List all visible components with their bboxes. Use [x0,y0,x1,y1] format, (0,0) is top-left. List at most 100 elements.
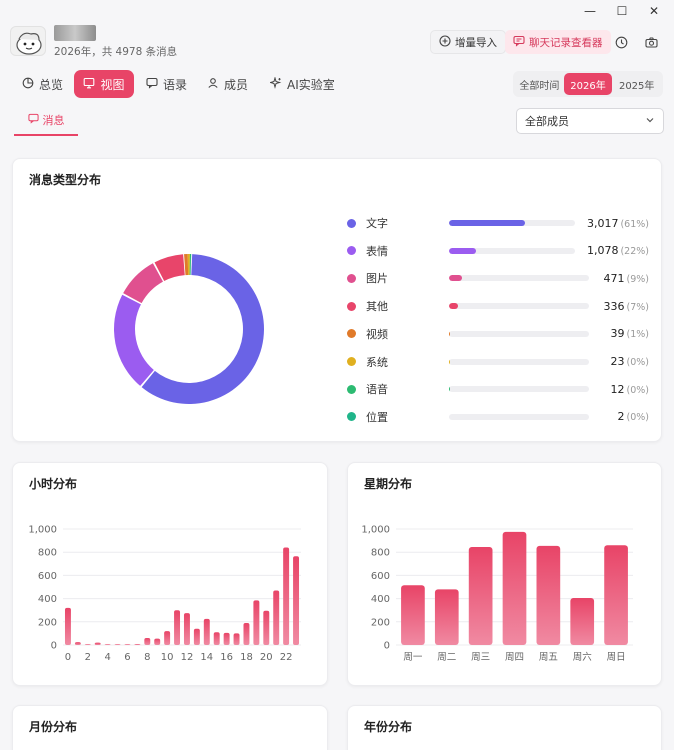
year-option-2025[interactable]: 2025年 [612,73,661,95]
legend-bar-track [449,275,589,282]
bar[interactable] [164,631,171,645]
legend-bar-track [449,247,575,254]
legend-value: 471 (9%) [604,272,649,285]
legend-bar-fill [449,275,463,282]
legend-label: 文字 [366,217,388,230]
legend-bar-fill [449,303,459,310]
bar[interactable] [536,545,561,645]
tab-view[interactable]: 视图 [74,70,134,98]
legend-bar-track [449,386,589,393]
clock-icon[interactable] [609,30,633,54]
year-option-all[interactable]: 全部时间 [515,73,564,95]
camera-icon[interactable] [639,30,663,54]
bar[interactable] [114,644,121,645]
bar[interactable] [223,632,230,645]
y-tick-label: 800 [38,548,57,559]
tab-ai-lab[interactable]: AI实验室 [262,70,343,98]
legend-label: 位置 [366,410,388,424]
chat-viewer-button[interactable]: 聊天记录查看器 [505,30,611,54]
chat-name-redacted [54,25,96,41]
bar[interactable] [253,600,260,645]
y-tick-label: 200 [38,617,57,628]
bar[interactable] [233,633,240,645]
bar[interactable] [144,638,151,645]
bar[interactable] [124,644,131,645]
bar[interactable] [84,644,91,645]
legend-dot [347,412,356,422]
x-tick-label: 20 [260,652,273,663]
bar[interactable] [401,585,425,645]
bar[interactable] [604,545,628,645]
legend-bar-fill [449,220,525,226]
donut-slice-1[interactable] [114,294,154,386]
donut-slice-2[interactable] [123,263,163,304]
legend-value: 23 (0%) [611,355,649,368]
chat-viewer-label: 聊天记录查看器 [529,36,603,49]
bar[interactable] [183,613,190,645]
legend-dot [347,246,356,256]
legend-row: 系统 23 (0%) [345,352,663,372]
y-tick-label: 0 [384,641,390,652]
hour-bar-chart: 0 200 400 600 800 1,000 0 2 4 6 8 10 12 14 16 18 20 22 [28,525,301,663]
bar[interactable] [283,547,290,645]
member-select[interactable]: 全部成员 [516,108,664,134]
incremental-import-button[interactable]: 增量导入 [430,30,506,54]
bar[interactable] [134,644,141,645]
legend-count: 23 [610,355,625,368]
chevron-down-icon [645,115,655,128]
bar[interactable] [434,589,459,645]
sparkle-icon [268,75,282,92]
bar[interactable] [243,622,250,645]
bar[interactable] [104,644,111,645]
tab-members[interactable]: 成员 [199,70,256,98]
tab-ai-lab-label: AI实验室 [287,77,335,92]
legend-bar-track [449,330,589,337]
bar[interactable] [74,642,81,645]
legend-count: 3,017 [586,216,619,230]
legend-label: 表情 [366,244,388,258]
bar[interactable] [293,556,300,645]
maximize-button[interactable]: ☐ [606,0,638,22]
message-type-title: 消息类型分布 [29,173,102,187]
bar[interactable] [570,598,595,645]
minimize-button[interactable]: — [574,0,606,22]
legend-dot [347,357,356,366]
tab-overview[interactable]: 总览 [14,70,71,98]
legend-value: 336 (7%) [604,300,649,313]
tab-messages-label: 消息 [42,114,65,127]
legend-label: 图片 [366,272,388,286]
message-type-card: 消息类型分布 文字 3,017 (61%) 表情 1,078 (22%) 图片 471 (9%)… [12,158,662,442]
legend-count: 471 [603,271,625,285]
tab-members-label: 成员 [224,77,249,92]
bar[interactable] [468,546,493,645]
y-tick-label: 800 [371,548,390,559]
bar[interactable] [193,628,200,645]
year-filter: 全部时间 2026年 2025年 [513,71,663,97]
legend-bar-track [449,303,589,310]
bar[interactable] [174,610,181,645]
bar[interactable] [64,607,71,645]
monitor-icon [83,77,95,92]
y-tick-label: 1,000 [28,525,57,536]
tab-messages[interactable]: 消息 [14,106,78,136]
legend-row: 其他 336 (7%) [345,296,663,316]
bar[interactable] [273,590,280,645]
donut-slice-4[interactable] [184,254,189,276]
bar[interactable] [94,642,101,645]
legend-value: 39 (1%) [611,327,649,340]
donut-slice-5[interactable] [187,254,190,276]
y-tick-label: 0 [51,641,57,652]
bar[interactable] [263,610,270,645]
y-tick-label: 600 [38,571,57,582]
tab-quotes[interactable]: 语录 [138,70,195,98]
bar[interactable] [502,531,527,645]
y-tick-label: 1,000 [361,525,390,536]
legend-dot [347,218,356,228]
legend-percent: (7%) [626,301,649,313]
bar[interactable] [213,632,220,645]
x-tick-label: 周三 [471,652,490,663]
year-option-2026[interactable]: 2026年 [563,73,613,95]
bar[interactable] [154,638,161,645]
close-button[interactable]: ✕ [638,0,670,22]
bar[interactable] [203,618,210,645]
